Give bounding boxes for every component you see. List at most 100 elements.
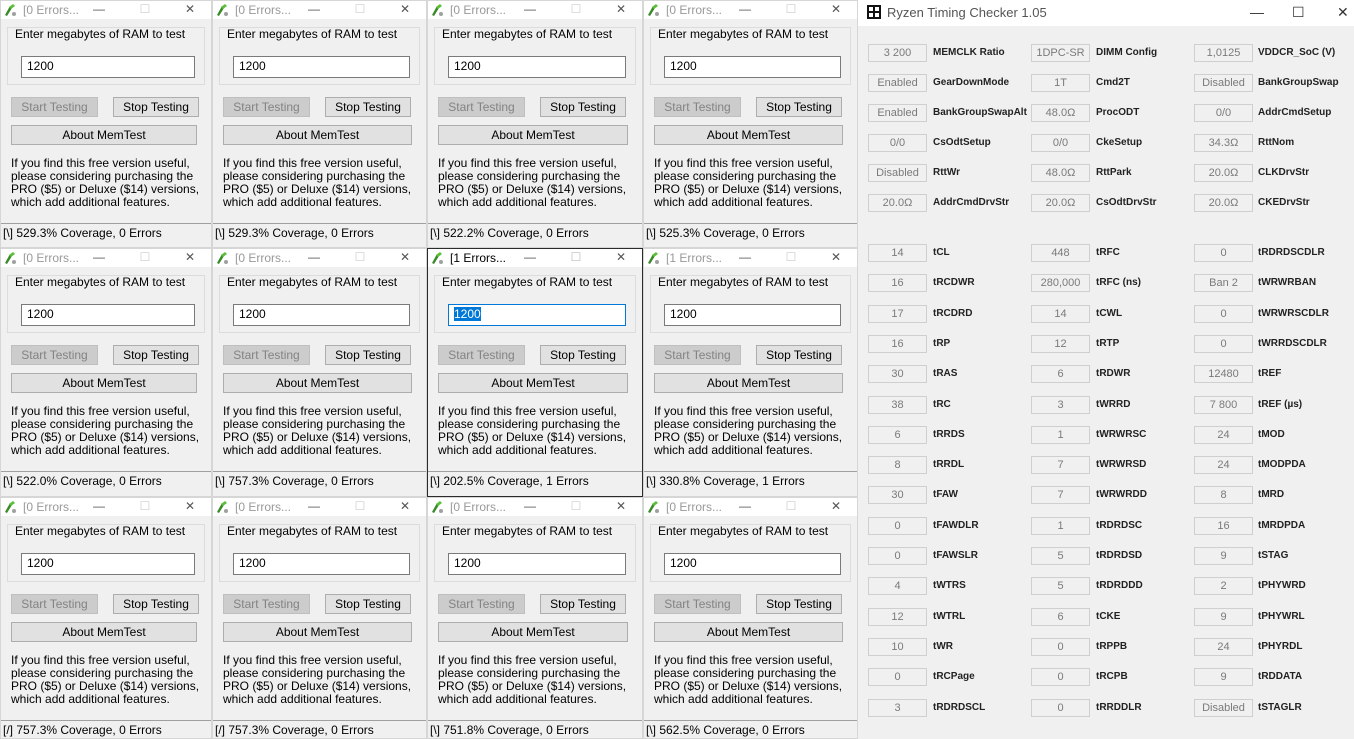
- ryzen-timing-checker-window[interactable]: Ryzen Timing Checker 1.05— ☐ ✕ 3 200 MEMCLK …: [858, 0, 1354, 739]
- about-memtest-button[interactable]: About MemTest: [223, 622, 412, 642]
- start-testing-button[interactable]: Start Testing: [438, 345, 525, 365]
- title-bar[interactable]: [0 Errors... — ☐ ✕: [428, 1, 642, 19]
- memtest-window[interactable]: [0 Errors... — ☐ ✕ Enter megabytes of RAM to…: [643, 497, 858, 739]
- about-memtest-button[interactable]: About MemTest: [223, 373, 412, 393]
- title-bar[interactable]: [0 Errors... — ☐ ✕: [213, 1, 426, 19]
- close-icon[interactable]: ✕: [180, 1, 200, 17]
- close-icon[interactable]: ✕: [180, 249, 200, 265]
- title-bar[interactable]: [0 Errors... — ☐ ✕: [1, 249, 211, 267]
- stop-testing-button[interactable]: Stop Testing: [113, 594, 199, 614]
- close-icon[interactable]: ✕: [611, 498, 631, 514]
- title-bar[interactable]: [0 Errors... — ☐ ✕: [644, 1, 857, 19]
- about-memtest-button[interactable]: About MemTest: [438, 373, 628, 393]
- stop-testing-button[interactable]: Stop Testing: [756, 594, 842, 614]
- memtest-window[interactable]: [0 Errors... — ☐ ✕ Enter megabytes of RAM to…: [0, 497, 212, 739]
- ram-megabytes-input[interactable]: 1200: [664, 304, 841, 326]
- close-icon[interactable]: ✕: [395, 249, 415, 265]
- memtest-window[interactable]: [0 Errors... — ☐ ✕ Enter megabytes of RAM to…: [427, 497, 643, 739]
- about-memtest-button[interactable]: About MemTest: [438, 125, 628, 145]
- maximize-icon[interactable]: ☐: [566, 1, 586, 17]
- minimize-icon[interactable]: —: [304, 1, 324, 17]
- ram-megabytes-input[interactable]: 1200: [21, 56, 195, 78]
- start-testing-button[interactable]: Start Testing: [654, 594, 741, 614]
- minimize-icon[interactable]: —: [520, 1, 540, 17]
- memtest-window[interactable]: [1 Errors... — ☐ ✕ Enter megabytes of RAM to…: [643, 248, 858, 497]
- minimize-icon[interactable]: —: [735, 1, 755, 17]
- stop-testing-button[interactable]: Stop Testing: [113, 345, 199, 365]
- about-memtest-button[interactable]: About MemTest: [11, 622, 197, 642]
- stop-testing-button[interactable]: Stop Testing: [325, 97, 411, 117]
- ram-megabytes-input[interactable]: 1200: [664, 56, 841, 78]
- title-bar[interactable]: [0 Errors... — ☐ ✕: [1, 498, 211, 516]
- start-testing-button[interactable]: Start Testing: [11, 345, 98, 365]
- minimize-icon[interactable]: —: [735, 249, 755, 265]
- title-bar[interactable]: [0 Errors... — ☐ ✕: [1, 1, 211, 19]
- title-bar[interactable]: [1 Errors... — ☐ ✕: [644, 249, 857, 267]
- about-memtest-button[interactable]: About MemTest: [438, 622, 628, 642]
- ram-megabytes-input[interactable]: 1200: [233, 304, 410, 326]
- maximize-icon[interactable]: ☐: [566, 498, 586, 514]
- title-bar[interactable]: [0 Errors... — ☐ ✕: [213, 498, 426, 516]
- start-testing-button[interactable]: Start Testing: [654, 97, 741, 117]
- minimize-icon[interactable]: —: [304, 249, 324, 265]
- memtest-window[interactable]: [1 Errors... — ☐ ✕ Enter megabytes of RAM to…: [427, 248, 643, 497]
- close-icon[interactable]: ✕: [826, 498, 846, 514]
- ram-megabytes-input[interactable]: 1200: [664, 553, 841, 575]
- memtest-window[interactable]: [0 Errors... — ☐ ✕ Enter megabytes of RAM to…: [212, 248, 427, 497]
- close-icon[interactable]: ✕: [826, 1, 846, 17]
- stop-testing-button[interactable]: Stop Testing: [325, 345, 411, 365]
- memtest-window[interactable]: [0 Errors... — ☐ ✕ Enter megabytes of RAM to…: [427, 0, 643, 248]
- ram-megabytes-input[interactable]: 1200: [448, 304, 626, 326]
- stop-testing-button[interactable]: Stop Testing: [540, 97, 626, 117]
- close-icon[interactable]: ✕: [395, 498, 415, 514]
- about-memtest-button[interactable]: About MemTest: [11, 373, 197, 393]
- memtest-window[interactable]: [0 Errors... — ☐ ✕ Enter megabytes of RAM to…: [212, 497, 427, 739]
- start-testing-button[interactable]: Start Testing: [223, 594, 310, 614]
- ram-megabytes-input[interactable]: 1200: [21, 304, 195, 326]
- start-testing-button[interactable]: Start Testing: [438, 594, 525, 614]
- about-memtest-button[interactable]: About MemTest: [654, 373, 843, 393]
- maximize-icon[interactable]: ☐: [781, 498, 801, 514]
- ram-megabytes-input[interactable]: 1200: [233, 56, 410, 78]
- stop-testing-button[interactable]: Stop Testing: [756, 97, 842, 117]
- close-icon[interactable]: ✕: [611, 249, 631, 265]
- start-testing-button[interactable]: Start Testing: [11, 97, 98, 117]
- stop-testing-button[interactable]: Stop Testing: [540, 345, 626, 365]
- maximize-icon[interactable]: ☐: [350, 1, 370, 17]
- stop-testing-button[interactable]: Stop Testing: [756, 345, 842, 365]
- maximize-icon[interactable]: ☐: [781, 1, 801, 17]
- maximize-icon[interactable]: ☐: [135, 249, 155, 265]
- start-testing-button[interactable]: Start Testing: [223, 345, 310, 365]
- memtest-window[interactable]: [0 Errors... — ☐ ✕ Enter megabytes of RAM to…: [643, 0, 858, 248]
- ram-megabytes-input[interactable]: 1200: [21, 553, 195, 575]
- minimize-icon[interactable]: —: [89, 1, 109, 17]
- minimize-icon[interactable]: —: [304, 498, 324, 514]
- ram-megabytes-input[interactable]: 1200: [448, 56, 626, 78]
- title-bar[interactable]: [0 Errors... — ☐ ✕: [428, 498, 642, 516]
- start-testing-button[interactable]: Start Testing: [11, 594, 98, 614]
- about-memtest-button[interactable]: About MemTest: [654, 622, 843, 642]
- minimize-icon[interactable]: —: [89, 498, 109, 514]
- close-icon[interactable]: ✕: [611, 1, 631, 17]
- start-testing-button[interactable]: Start Testing: [654, 345, 741, 365]
- close-icon[interactable]: ✕: [180, 498, 200, 514]
- title-bar[interactable]: Ryzen Timing Checker 1.05 — ☐ ✕: [858, 0, 1354, 26]
- maximize-icon[interactable]: ☐: [1292, 4, 1305, 21]
- maximize-icon[interactable]: ☐: [781, 249, 801, 265]
- title-bar[interactable]: [1 Errors... — ☐ ✕: [428, 249, 642, 267]
- memtest-window[interactable]: [0 Errors... — ☐ ✕ Enter megabytes of RAM to…: [0, 0, 212, 248]
- stop-testing-button[interactable]: Stop Testing: [113, 97, 199, 117]
- minimize-icon[interactable]: —: [735, 498, 755, 514]
- start-testing-button[interactable]: Start Testing: [438, 97, 525, 117]
- title-bar[interactable]: [0 Errors... — ☐ ✕: [644, 498, 857, 516]
- title-bar[interactable]: [0 Errors... — ☐ ✕: [213, 249, 426, 267]
- minimize-icon[interactable]: —: [89, 249, 109, 265]
- close-icon[interactable]: ✕: [395, 1, 415, 17]
- ram-megabytes-input[interactable]: 1200: [233, 553, 410, 575]
- memtest-window[interactable]: [0 Errors... — ☐ ✕ Enter megabytes of RAM to…: [0, 248, 212, 497]
- minimize-icon[interactable]: —: [1250, 4, 1264, 20]
- maximize-icon[interactable]: ☐: [135, 1, 155, 17]
- memtest-window[interactable]: [0 Errors... — ☐ ✕ Enter megabytes of RAM to…: [212, 0, 427, 248]
- ram-megabytes-input[interactable]: 1200: [448, 553, 626, 575]
- about-memtest-button[interactable]: About MemTest: [223, 125, 412, 145]
